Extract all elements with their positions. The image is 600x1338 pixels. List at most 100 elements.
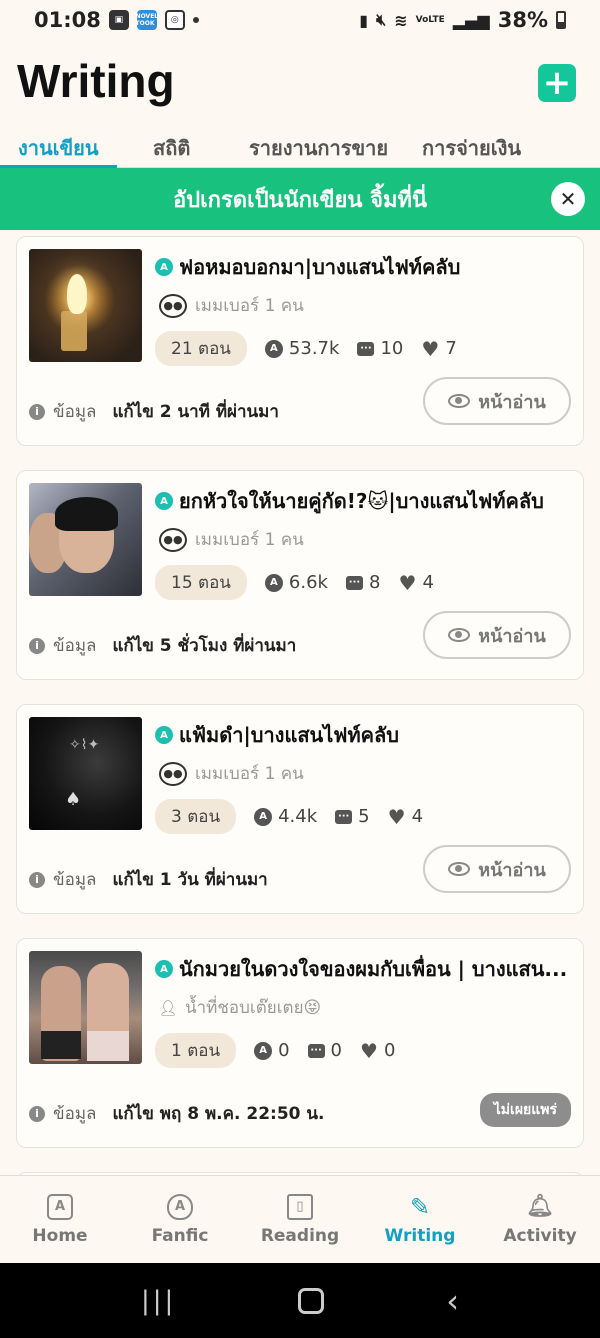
views-count: 53.7k <box>288 338 340 359</box>
views-stat: A 6.6k <box>264 572 328 593</box>
group-icon: ●● <box>159 293 187 318</box>
heart-icon: ♥ <box>360 1038 378 1063</box>
info-label: ข้อมูล <box>53 636 97 656</box>
likes-count: 4 <box>411 806 424 827</box>
views-stat: A 4.4k <box>254 806 317 827</box>
member-count: เมมเบอร์ 1 คน <box>195 530 304 550</box>
story-title-row[interactable]: A ยกหัวใจให้นายคู่กัด!?🐱|บางแสนไฟท์คลับ <box>155 485 571 517</box>
info-label: ข้อมูล <box>53 402 97 422</box>
heart-icon: ♥ <box>421 336 440 361</box>
nav-fanfic[interactable]: A Fanfic <box>120 1176 240 1263</box>
add-story-button[interactable]: + <box>538 64 576 102</box>
story-title-row[interactable]: A แฟ้มดำ|บางแสนไฟท์คลับ <box>155 719 571 751</box>
nav-reading[interactable]: ▯ Reading <box>240 1176 360 1263</box>
wifi-icon: ≋ <box>394 10 408 30</box>
group-icon: ●● <box>159 527 187 552</box>
info-label: ข้อมูล <box>53 1104 97 1124</box>
battery-icon <box>556 11 566 29</box>
nav-activity[interactable]: 🔔︎ Activity <box>480 1176 600 1263</box>
page-title: Writing <box>17 55 175 107</box>
views-icon: A <box>264 573 283 592</box>
story-title: นักมวยในดวงใจของผมกับเพื่อน | บางแสน... <box>179 957 568 981</box>
recent-apps-button[interactable]: ||| <box>141 1286 176 1316</box>
signal-icon: ▂▄▆ <box>452 10 490 30</box>
info-icon: i <box>29 871 45 888</box>
tab-payments[interactable]: การจ่ายเงิน <box>422 126 521 164</box>
member-row: ●● เมมเบอร์ 1 คน <box>159 526 304 553</box>
system-nav-bar: ||| ‹ <box>0 1263 600 1338</box>
likes-stat: ♥ 7 <box>421 336 456 361</box>
member-count: เมมเบอร์ 1 คน <box>195 764 304 784</box>
edited-time: แก้ไข 2 นาที ที่ผ่านมา <box>112 402 279 422</box>
info-row[interactable]: i ข้อมูล แก้ไข 2 นาที ที่ผ่านมา <box>29 398 279 425</box>
nav-fanfic-label: Fanfic <box>151 1225 209 1246</box>
story-card[interactable]: A นักมวยในดวงใจของผมกับเพื่อน | บางแสน..… <box>16 938 584 1148</box>
story-card[interactable]: A ยกหัวใจให้นายคู่กัด!?🐱|บางแสนไฟท์คลับ … <box>16 470 584 680</box>
eye-icon <box>448 628 471 642</box>
book-icon: ▯ <box>287 1193 313 1220</box>
story-card[interactable]: ✧⌇✦ ♠ A แฟ้มดำ|บางแสนไฟท์คลับ ●● เมมเบอร์… <box>16 704 584 914</box>
clock: 01:08 <box>34 8 101 32</box>
nfc-icon: ▮ <box>359 10 369 30</box>
header: Writing + <box>0 40 600 126</box>
views-stat: A 53.7k <box>264 338 340 359</box>
upgrade-banner[interactable]: อัปเกรดเป็นนักเขียน จิ้มที่นี่ ✕ <box>0 168 600 230</box>
nav-writing-label: Writing <box>384 1225 456 1246</box>
mute-icon: 🔇︎ <box>376 10 387 29</box>
likes-count: 4 <box>422 572 434 593</box>
read-page-button[interactable]: หน้าอ่าน <box>423 845 571 893</box>
nav-home[interactable]: A Home <box>0 1176 120 1263</box>
comments-stat: ··· 10 <box>357 338 403 359</box>
views-count: 4.4k <box>278 806 318 827</box>
stats-row: 1 ตอน A0 ··· 0 ♥ 0 <box>155 1033 395 1068</box>
eye-icon <box>448 394 471 408</box>
likes-stat: ♥ 4 <box>388 805 424 829</box>
novel-badge-text: NOVEL TOOK <box>135 13 159 27</box>
info-row[interactable]: i ข้อมูล แก้ไข 1 วัน ที่ผ่านมา <box>29 866 268 893</box>
read-page-button[interactable]: หน้าอ่าน <box>423 377 571 425</box>
tab-works[interactable]: งานเขียน <box>18 126 99 164</box>
story-title-row[interactable]: A ฟอหมอบอกมา|บางแสนไฟท์คลับ <box>155 251 571 283</box>
member-count: เมมเบอร์ 1 คน <box>195 296 304 316</box>
upgrade-banner-text: อัปเกรดเป็นนักเขียน จิ้มที่นี่ <box>172 187 428 213</box>
info-row[interactable]: i ข้อมูล แก้ไข 5 ชั่วโมง ที่ผ่านมา <box>29 632 296 659</box>
status-left: 01:08 ▣ NOVEL TOOK ◎ <box>34 8 199 32</box>
read-page-button[interactable]: หน้าอ่าน <box>423 611 571 659</box>
story-title: ฟอหมอบอกมา|บางแสนไฟท์คลับ <box>179 255 461 279</box>
info-icon: i <box>29 1105 45 1122</box>
chapter-count: 3 ตอน <box>155 799 237 834</box>
bell-icon: 🔔︎ <box>526 1194 554 1219</box>
eye-icon <box>448 862 471 876</box>
person-icon: 👤︎ <box>158 998 178 1017</box>
likes-stat: ♥ 4 <box>398 570 434 595</box>
edited-time: แก้ไข พฤ 8 พ.ค. 22:50 น. <box>112 1104 325 1124</box>
likes-stat: ♥ 0 <box>360 1038 395 1063</box>
gallery-icon: ▣ <box>108 10 129 30</box>
story-title: ยกหัวใจให้นายคู่กัด!?🐱|บางแสนไฟท์คลับ <box>179 489 544 513</box>
story-title-row[interactable]: A นักมวยในดวงใจของผมกับเพื่อน | บางแสน..… <box>155 953 571 985</box>
tab-sales-report[interactable]: รายงานการขาย <box>249 126 388 164</box>
nav-activity-label: Activity <box>503 1225 577 1246</box>
heart-icon: ♥ <box>398 570 417 595</box>
comment-icon: ··· <box>307 1043 325 1058</box>
nav-writing[interactable]: ✎ Writing <box>360 1176 480 1263</box>
back-button[interactable]: ‹ <box>446 1282 459 1320</box>
story-card[interactable]: A ฟอหมอบอกมา|บางแสนไฟท์คลับ ●● เมมเบอร์ … <box>16 236 584 446</box>
volte-icon: VoLTE <box>415 14 445 25</box>
info-row[interactable]: i ข้อมูล แก้ไข พฤ 8 พ.ค. 22:50 น. <box>29 1100 325 1127</box>
comments-count: 0 <box>330 1040 342 1061</box>
home-button[interactable] <box>298 1287 325 1314</box>
tab-stats[interactable]: สถิติ <box>153 126 190 164</box>
status-right: ▮ 🔇︎ ≋ VoLTE ▂▄▆ 38% <box>359 8 566 32</box>
tab-bar: งานเขียน สถิติ รายงานการขาย การจ่ายเงิน <box>0 126 600 168</box>
bottom-nav: A Home A Fanfic ▯ Reading ✎ Writing 🔔︎ A… <box>0 1175 600 1263</box>
nav-home-label: Home <box>32 1225 88 1246</box>
fanfic-badge-icon: A <box>155 492 173 510</box>
comments-count: 5 <box>358 806 370 827</box>
chapter-count: 21 ตอน <box>155 331 247 366</box>
member-row: ●● เมมเบอร์ 1 คน <box>159 760 304 787</box>
unpublished-badge: ไม่เผยแพร่ <box>479 1093 571 1127</box>
close-banner-button[interactable]: ✕ <box>551 182 585 216</box>
comments-count: 8 <box>368 572 381 593</box>
story-title: แฟ้มดำ|บางแสนไฟท์คลับ <box>179 723 399 747</box>
